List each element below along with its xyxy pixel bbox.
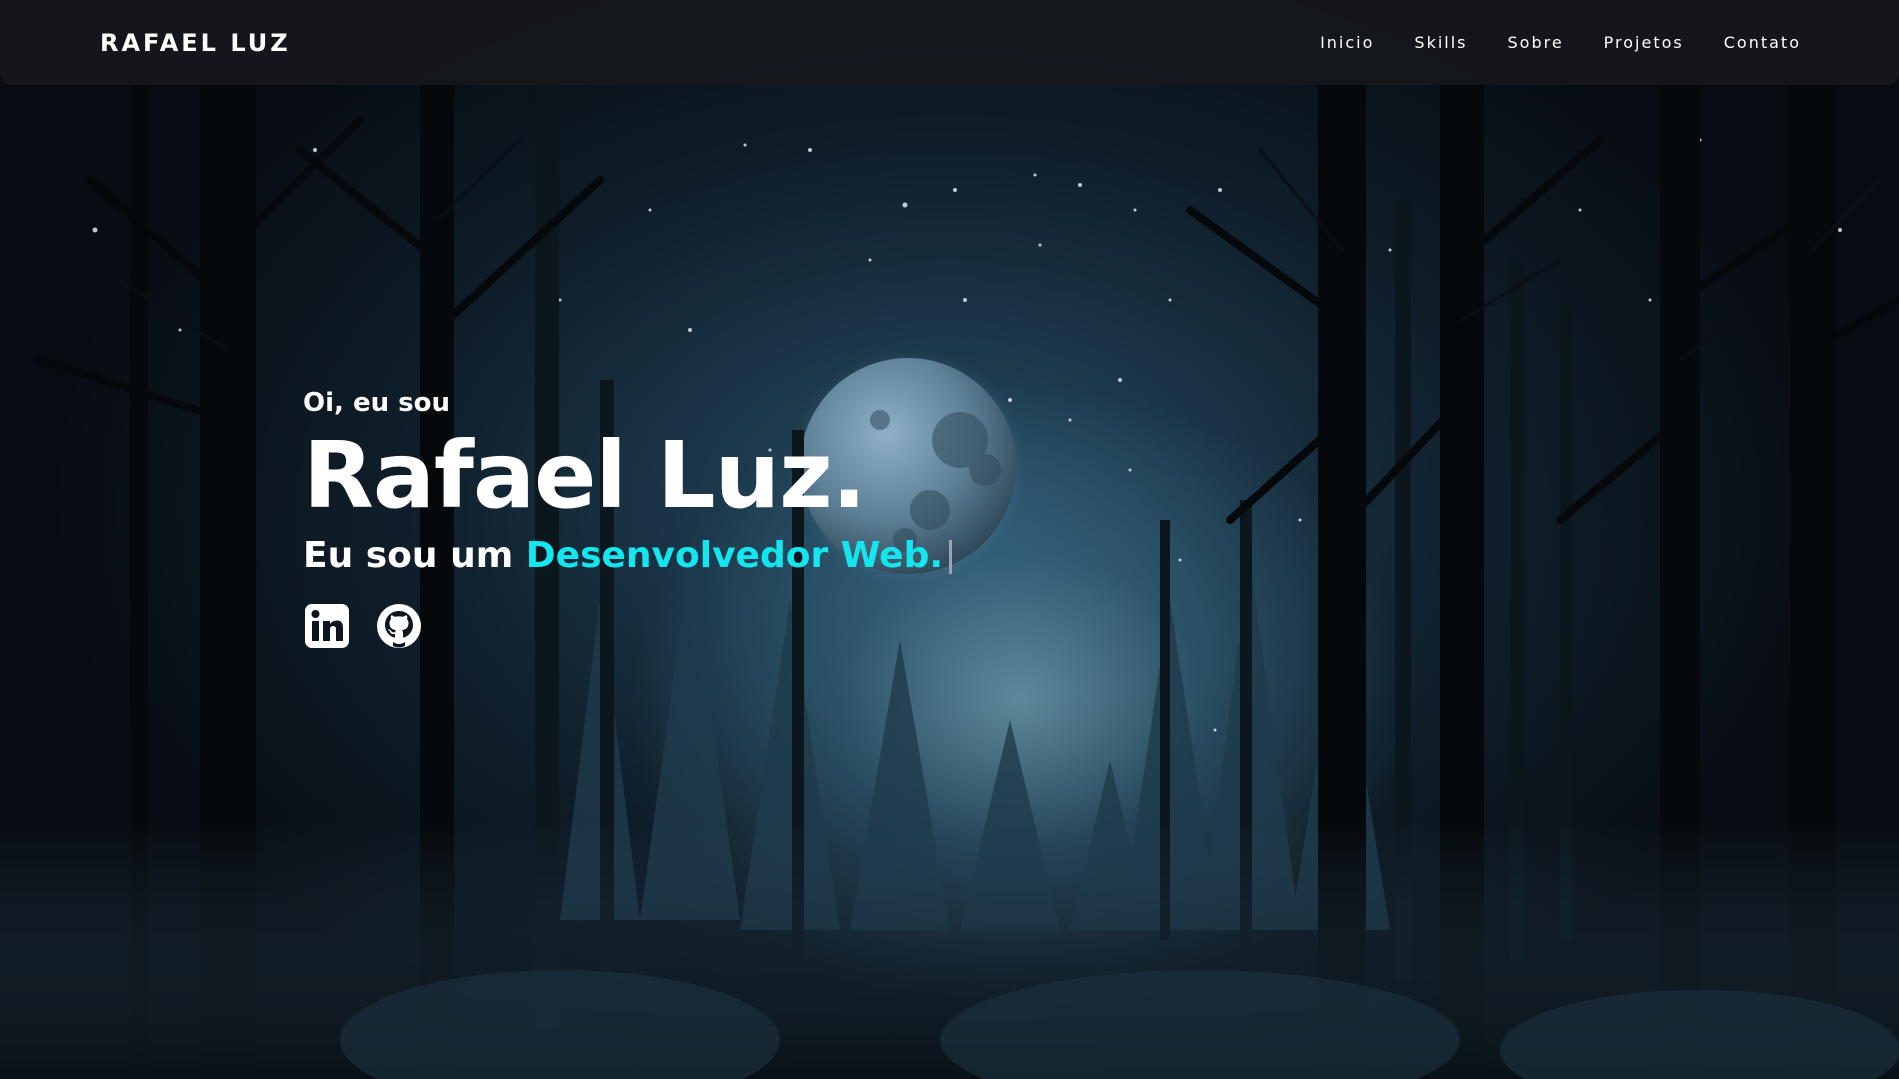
tagline-prefix: Eu sou um	[303, 534, 514, 576]
linkedin-icon[interactable]	[303, 602, 351, 650]
hero-greeting: Oi, eu sou	[303, 388, 450, 418]
github-icon[interactable]	[375, 602, 423, 650]
tagline-highlight: Desenvolvedor Web.	[525, 534, 944, 576]
nav-link-projetos[interactable]: Projetos	[1604, 33, 1684, 52]
nav-link-skills[interactable]: Skills	[1414, 33, 1467, 52]
hero-tagline: Eu sou um Desenvolvedor Web.	[303, 534, 953, 576]
brand-logo[interactable]: RAFAEL LUZ	[100, 29, 291, 57]
typing-cursor	[949, 539, 953, 574]
nav-link-sobre[interactable]: Sobre	[1508, 33, 1564, 52]
social-links	[303, 602, 952, 650]
hero-section: RAFAEL LUZ Inicio Skills Sobre Projetos …	[0, 0, 1899, 1079]
nav-link-contato[interactable]: Contato	[1724, 33, 1801, 52]
hero-content: Oi, eu sou Rafael Luz. Eu sou um Desenvo…	[303, 388, 953, 650]
nav-links: Inicio Skills Sobre Projetos Contato	[1280, 33, 1801, 52]
nav-link-inicio[interactable]: Inicio	[1320, 33, 1374, 52]
hero-name: Rafael Luz.	[303, 422, 867, 529]
navbar: RAFAEL LUZ Inicio Skills Sobre Projetos …	[0, 0, 1899, 85]
